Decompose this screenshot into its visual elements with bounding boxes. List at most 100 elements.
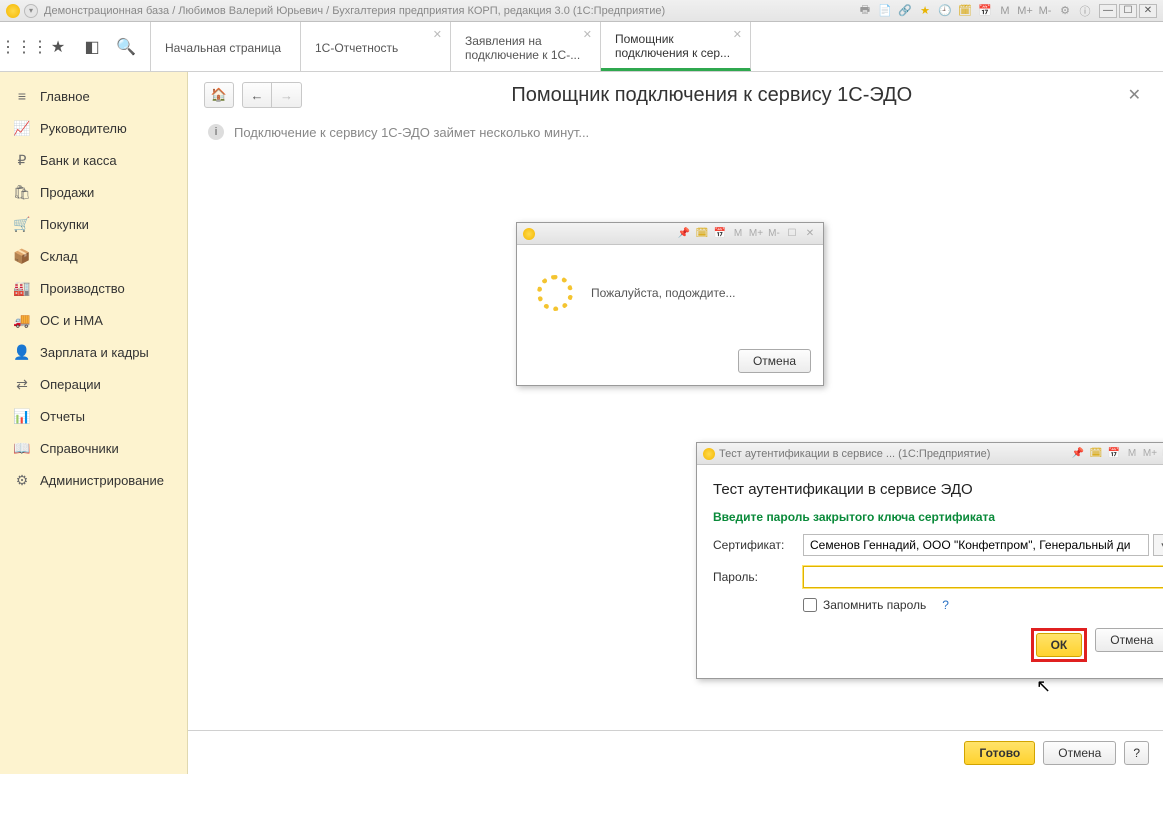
- chart-icon: 📈: [14, 120, 30, 136]
- sidebar-item-assets[interactable]: 🚚ОС и НМА: [0, 304, 187, 336]
- cert-field[interactable]: [803, 534, 1149, 556]
- dialog-logo-icon: [703, 448, 715, 460]
- back-button[interactable]: ←: [242, 82, 272, 108]
- auth-dialog-titlebar[interactable]: Тест аутентификации в сервисе ... (1С:Пр…: [697, 443, 1163, 465]
- app-logo-icon: [6, 4, 20, 18]
- tab-label: Заявления на: [465, 34, 586, 48]
- sidebar-item-purchases[interactable]: 🛒Покупки: [0, 208, 187, 240]
- titlebar-tools: 🖶 📄 🔗 ★ 🕘 🗓 📅 M M+ M- ⚙ ⓘ: [857, 3, 1093, 19]
- menu-icon: ≡: [14, 88, 30, 104]
- tab-reporting[interactable]: 1С-Отчетность✕: [301, 22, 451, 71]
- page-title: Помощник подключения к сервису 1С-ЭДО: [310, 84, 1114, 107]
- info-line: i Подключение к сервису 1С-ЭДО займет не…: [188, 112, 1163, 152]
- cert-dropdown-button[interactable]: ▾: [1153, 534, 1163, 556]
- dialog-max-icon[interactable]: ☐: [785, 227, 799, 241]
- tb-icon[interactable]: 📄: [877, 3, 893, 19]
- tab-label: подключения к сер...: [615, 46, 736, 60]
- ok-highlight: ОК: [1031, 628, 1088, 662]
- forward-button[interactable]: →: [272, 82, 302, 108]
- search-icon[interactable]: 🔍: [116, 37, 136, 57]
- done-button[interactable]: Готово: [964, 741, 1035, 765]
- tb-icon[interactable]: 🖶: [857, 3, 873, 19]
- sidebar-item-label: Отчеты: [40, 409, 85, 424]
- m-minus-icon[interactable]: M-: [767, 227, 781, 241]
- favorite-icon[interactable]: ★: [917, 3, 933, 19]
- sidebar-item-admin[interactable]: ⚙Администрирование: [0, 464, 187, 496]
- sidebar-item-hr[interactable]: 👤Зарплата и кадры: [0, 336, 187, 368]
- calc-icon[interactable]: 🗓: [1089, 447, 1103, 461]
- m-minus-icon[interactable]: M-: [1037, 3, 1053, 19]
- page-close-button[interactable]: ✕: [1122, 85, 1147, 105]
- settings-icon[interactable]: ⚙: [1057, 3, 1073, 19]
- ok-button[interactable]: ОК: [1036, 633, 1083, 657]
- tb-icon[interactable]: 🔗: [897, 3, 913, 19]
- dialog-close-icon[interactable]: ✕: [803, 227, 817, 241]
- auth-window-title: Тест аутентификации в сервисе ... (1С:Пр…: [719, 448, 990, 460]
- wait-dialog: 📌 🗓 📅 M M+ M- ☐ ✕ Пожалуйста, подождите.…: [516, 222, 824, 386]
- sidebar-item-label: Склад: [40, 249, 78, 264]
- main-area: ≡Главное 📈Руководителю ₽Банк и касса 🛍Пр…: [0, 72, 1163, 774]
- sidebar-item-main[interactable]: ≡Главное: [0, 80, 187, 112]
- calculator-icon[interactable]: 🗓: [957, 3, 973, 19]
- sidebar-item-label: Справочники: [40, 441, 119, 456]
- sidebar: ≡Главное 📈Руководителю ₽Банк и касса 🛍Пр…: [0, 72, 188, 774]
- wait-dialog-titlebar[interactable]: 📌 🗓 📅 M M+ M- ☐ ✕: [517, 223, 823, 245]
- footer-cancel-button[interactable]: Отмена: [1043, 741, 1116, 765]
- sidebar-item-reports[interactable]: 📊Отчеты: [0, 400, 187, 432]
- m-icon[interactable]: M: [1125, 447, 1139, 461]
- auth-cancel-button[interactable]: Отмена: [1095, 628, 1163, 652]
- toolbar-left: ⋮⋮⋮ ★ ◧ 🔍: [0, 22, 151, 71]
- calc-icon[interactable]: 🗓: [695, 227, 709, 241]
- truck-icon: 🚚: [14, 312, 30, 328]
- m-plus-icon[interactable]: M+: [749, 227, 763, 241]
- m-plus-icon[interactable]: M+: [1017, 3, 1033, 19]
- auth-subheading: Введите пароль закрытого ключа сертифика…: [713, 510, 1163, 524]
- calendar-icon[interactable]: 📅: [713, 227, 727, 241]
- tab-assistant[interactable]: Помощникподключения к сер...✕: [601, 22, 751, 71]
- calendar-icon[interactable]: 📅: [977, 3, 993, 19]
- sidebar-item-operations[interactable]: ⇄Операции: [0, 368, 187, 400]
- close-button[interactable]: ✕: [1139, 4, 1157, 18]
- history-icon[interactable]: 🕘: [937, 3, 953, 19]
- sidebar-item-label: Администрирование: [40, 473, 164, 488]
- tab-label: 1С-Отчетность: [315, 41, 436, 55]
- app-menu-dropdown[interactable]: ▾: [24, 4, 38, 18]
- remember-checkbox[interactable]: [803, 598, 817, 612]
- home-button[interactable]: 🏠: [204, 82, 234, 108]
- sidebar-item-bank[interactable]: ₽Банк и касса: [0, 144, 187, 176]
- maximize-button[interactable]: ☐: [1119, 4, 1137, 18]
- sidebar-item-production[interactable]: 🏭Производство: [0, 272, 187, 304]
- apps-icon[interactable]: ⋮⋮⋮: [14, 37, 34, 57]
- pwd-label: Пароль:: [713, 570, 803, 584]
- tab-close-icon[interactable]: ✕: [733, 28, 742, 41]
- auth-body: Тест аутентификации в сервисе ЭДО Введит…: [697, 465, 1163, 678]
- wait-cancel-button[interactable]: Отмена: [738, 349, 811, 373]
- sections-icon[interactable]: ◧: [82, 37, 102, 57]
- sidebar-item-sales[interactable]: 🛍Продажи: [0, 176, 187, 208]
- m-plus-icon[interactable]: M+: [1143, 447, 1157, 461]
- content-header: 🏠 ← → Помощник подключения к сервису 1С-…: [188, 72, 1163, 112]
- pin-icon[interactable]: 📌: [677, 227, 691, 241]
- sidebar-item-warehouse[interactable]: 📦Склад: [0, 240, 187, 272]
- nav-group: ← →: [242, 82, 302, 108]
- minimize-button[interactable]: —: [1099, 4, 1117, 18]
- sidebar-item-directories[interactable]: 📖Справочники: [0, 432, 187, 464]
- m-icon[interactable]: M: [731, 227, 745, 241]
- tab-start-page[interactable]: Начальная страница: [151, 22, 301, 71]
- factory-icon: 🏭: [14, 280, 30, 296]
- info-icon[interactable]: ⓘ: [1077, 3, 1093, 19]
- tab-label: подключение к 1С-...: [465, 48, 586, 62]
- footer-help-button[interactable]: ?: [1124, 741, 1149, 765]
- wait-text: Пожалуйста, подождите...: [591, 286, 736, 300]
- pin-icon[interactable]: 📌: [1071, 447, 1085, 461]
- auth-footer: ОК Отмена ?: [713, 628, 1163, 662]
- m-icon[interactable]: M: [997, 3, 1013, 19]
- tab-close-icon[interactable]: ✕: [583, 28, 592, 41]
- remember-help-link[interactable]: ?: [942, 598, 949, 612]
- calendar-icon[interactable]: 📅: [1107, 447, 1121, 461]
- password-field[interactable]: [803, 566, 1163, 588]
- sidebar-item-manager[interactable]: 📈Руководителю: [0, 112, 187, 144]
- tab-applications[interactable]: Заявления наподключение к 1С-... ✕: [451, 22, 601, 71]
- star-icon[interactable]: ★: [48, 37, 68, 57]
- tab-close-icon[interactable]: ✕: [433, 28, 442, 41]
